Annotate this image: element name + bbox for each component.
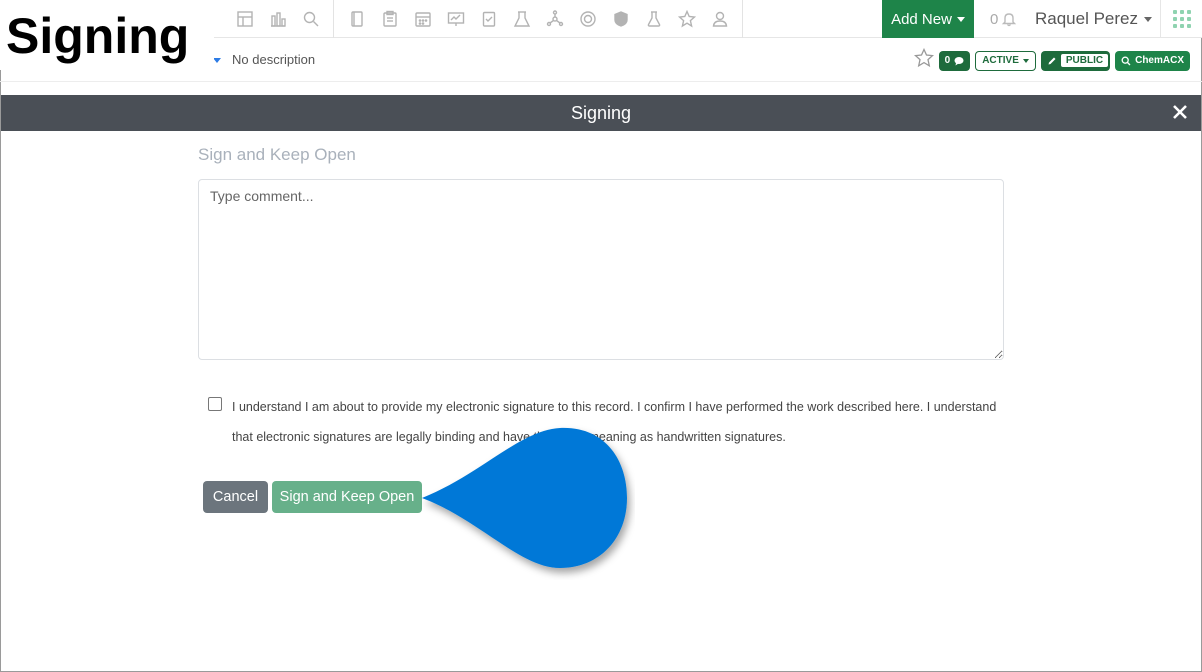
toolbar-divider <box>742 0 743 38</box>
record-actions: 0 ACTIVE PUBLIC ChemACX <box>913 47 1190 73</box>
status-dropdown[interactable]: ACTIVE <box>975 50 1036 71</box>
shield-icon[interactable] <box>604 0 637 38</box>
chemacx-search-button[interactable]: ChemACX <box>1115 50 1190 71</box>
close-button[interactable] <box>1171 103 1189 121</box>
visibility-label: PUBLIC <box>1060 54 1109 67</box>
chevron-down-icon <box>1144 16 1153 22</box>
user-name: Raquel Perez <box>1035 9 1139 28</box>
sign-and-keep-open-button[interactable]: Sign and Keep Open <box>272 481 422 513</box>
chart-icon[interactable] <box>261 0 294 38</box>
notebook-icon[interactable] <box>340 0 373 38</box>
section-title: Sign and Keep Open <box>198 145 356 164</box>
calendar-icon[interactable] <box>406 0 439 38</box>
toolbar-icons <box>228 0 749 38</box>
favorite-star-icon[interactable] <box>913 47 934 73</box>
record-description: No description <box>232 52 316 67</box>
modal-title: Signing <box>570 103 632 123</box>
visibility-button[interactable]: PUBLIC <box>1040 50 1111 71</box>
gauge-icon[interactable] <box>571 0 604 38</box>
bell-icon <box>1002 13 1017 27</box>
cancel-button[interactable]: Cancel <box>203 481 268 513</box>
status-label: ACTIVE <box>982 55 1019 66</box>
flask-icon[interactable] <box>637 0 670 38</box>
toolbar-divider <box>333 0 334 38</box>
presentation-icon[interactable] <box>439 0 472 38</box>
search-icon[interactable] <box>294 0 327 38</box>
comment-icon <box>954 56 964 65</box>
clipboard-icon[interactable] <box>373 0 406 38</box>
grid-icon <box>1172 10 1191 28</box>
chevron-down-icon <box>1022 58 1029 63</box>
add-new-label: Add New <box>891 10 952 28</box>
notifications-button[interactable]: 0 <box>990 0 1017 38</box>
search-icon <box>1121 56 1131 65</box>
dashboard-icon[interactable] <box>228 0 261 38</box>
chemacx-label: ChemACX <box>1135 55 1184 66</box>
description-toggle-icon[interactable] <box>213 58 221 63</box>
lab-icon[interactable] <box>505 0 538 38</box>
notification-count: 0 <box>990 10 999 28</box>
user-menu[interactable]: Raquel Perez <box>1035 0 1153 38</box>
comment-input[interactable] <box>198 179 1004 360</box>
comment-count: 0 <box>944 55 951 66</box>
checklist-icon[interactable] <box>472 0 505 38</box>
pencil-icon <box>1048 57 1056 64</box>
molecule-icon[interactable] <box>538 0 571 38</box>
close-icon <box>1173 105 1187 119</box>
comments-badge[interactable]: 0 <box>938 50 971 71</box>
consent-checkbox[interactable] <box>208 397 222 411</box>
star-icon[interactable] <box>670 0 703 38</box>
users-icon[interactable] <box>703 0 736 38</box>
overlay-heading: Signing <box>0 0 214 70</box>
app-launcher-button[interactable] <box>1160 0 1202 38</box>
callout-pointer-icon <box>422 427 627 568</box>
modal-header: Signing <box>1 95 1201 131</box>
add-new-button[interactable]: Add New <box>882 0 974 38</box>
chevron-down-icon <box>956 16 965 22</box>
